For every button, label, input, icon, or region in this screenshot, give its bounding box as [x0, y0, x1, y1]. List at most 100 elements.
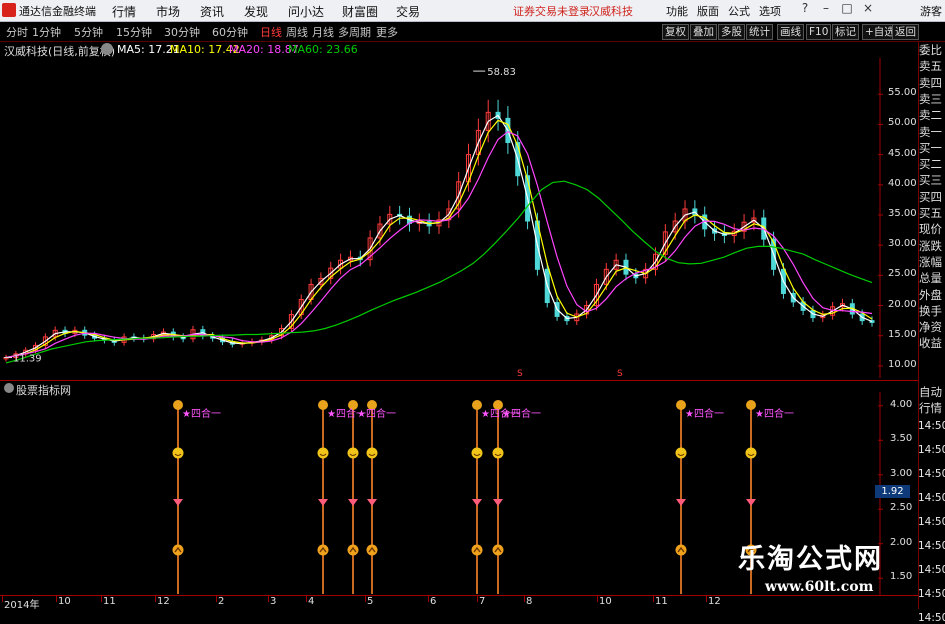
indicator-tick-label: 2.00	[890, 536, 913, 548]
date-tick-label: 10	[58, 596, 71, 607]
period-more[interactable]: 更多	[376, 24, 398, 40]
quote-field-label: 现价	[919, 222, 942, 237]
ma10-line	[5, 119, 873, 359]
minimize-icon[interactable]: –	[818, 1, 834, 17]
indicator-tick-label: 3.50	[890, 433, 913, 445]
quote-field-label: 卖五	[919, 59, 942, 74]
settings-icon[interactable]	[101, 43, 113, 55]
period-monthly[interactable]: 月线	[312, 24, 334, 40]
menu-function[interactable]: 功能	[666, 3, 688, 19]
maximize-icon[interactable]: □	[839, 1, 855, 17]
period-intraday[interactable]: 分时	[6, 24, 28, 40]
heart-icon	[676, 499, 686, 506]
menu-formula[interactable]: 公式	[728, 3, 750, 19]
ma5-line	[5, 114, 873, 359]
ma60-label: MA60: 23.66	[288, 43, 358, 56]
date-tick-mark	[653, 596, 654, 602]
y-tick-label: 10.00	[888, 358, 917, 370]
date-tick-label: 3	[270, 596, 277, 607]
date-tick-label: 4	[308, 596, 315, 607]
quote-field-label: 外盘	[919, 287, 942, 302]
stock-name-link[interactable]: 汉威科技	[589, 3, 633, 19]
quote-field-label: 买五	[919, 206, 942, 220]
menu-item-news[interactable]: 资讯	[200, 3, 224, 20]
y-tick-label: 40.00	[888, 177, 917, 189]
date-tick-label: 7	[479, 596, 486, 607]
back-button[interactable]: 返回	[892, 24, 919, 40]
date-tick-label: 12	[157, 596, 170, 607]
quote-field-label: 买四	[919, 189, 942, 204]
arrow-up-icon	[492, 544, 504, 556]
heart-icon	[472, 499, 482, 506]
date-axis-line	[0, 595, 918, 596]
candlestick-chart[interactable]: 58.83 11.39 S S	[0, 58, 918, 378]
smile-icon	[675, 447, 687, 459]
f10-button[interactable]: F10	[806, 24, 832, 40]
signal-label: ★四合一	[685, 407, 724, 420]
y-tick-label: 25.00	[888, 268, 917, 280]
panel-divider	[0, 380, 918, 381]
top-menu-bar: 通达信金融终端 行情 市场 资讯 发现 问小达 财富圈 交易 证券交易未登录 汉…	[0, 0, 945, 22]
period-60min[interactable]: 60分钟	[212, 24, 248, 40]
mark-button[interactable]: 标记	[832, 24, 859, 40]
period-5min[interactable]: 5分钟	[74, 24, 103, 40]
time-label: 14:50	[918, 612, 945, 624]
watermark-title: 乐淘公式网	[738, 544, 883, 575]
menu-item-trade[interactable]: 交易	[396, 3, 420, 20]
heart-icon	[746, 499, 756, 506]
multi-stock-button[interactable]: 多股	[718, 24, 745, 40]
period-multi[interactable]: 多周期	[338, 24, 371, 40]
date-tick-mark	[597, 596, 598, 602]
login-warning[interactable]: 证券交易未登录	[513, 3, 590, 19]
time-label: 14:50	[918, 516, 945, 528]
arrow-up-icon	[366, 544, 378, 556]
stock-title: 汉威科技(日线,前复权)	[4, 45, 116, 58]
arrow-up-icon	[347, 544, 359, 556]
help-icon[interactable]: ?	[797, 1, 813, 17]
smile-icon	[471, 447, 483, 459]
menu-item-quotes[interactable]: 行情	[112, 3, 136, 20]
indicator-tick-label: 1.50	[890, 571, 913, 583]
time-label: 14:50	[918, 492, 945, 504]
smile-icon	[745, 447, 757, 459]
date-tick-mark	[524, 596, 525, 602]
date-tick-label: 8	[526, 596, 533, 607]
quote-field-label: 卖一	[919, 124, 942, 139]
period-daily[interactable]: 日线	[260, 24, 282, 40]
heart-icon	[493, 499, 503, 506]
stats-button[interactable]: 统计	[746, 24, 773, 40]
menu-item-discover[interactable]: 发现	[244, 3, 268, 20]
menu-layout[interactable]: 版面	[697, 3, 719, 19]
signal-label: ★四合一	[502, 407, 541, 420]
menu-options[interactable]: 选项	[759, 3, 781, 19]
signal-label: ★四合一	[755, 407, 794, 420]
menu-item-wealth[interactable]: 财富圈	[342, 3, 378, 20]
time-label: 14:50	[918, 564, 945, 576]
period-1min[interactable]: 1分钟	[32, 24, 61, 40]
period-weekly[interactable]: 周线	[286, 24, 308, 40]
time-label: 14:50	[918, 468, 945, 480]
guest-label[interactable]: 游客	[920, 3, 942, 19]
date-tick-mark	[365, 596, 366, 602]
draw-button[interactable]: 画线	[777, 24, 804, 40]
high-label: 58.83	[487, 67, 516, 78]
adjust-button[interactable]: 复权	[662, 24, 689, 40]
auto-market-label: 行情	[919, 401, 942, 415]
quote-field-label: 买一	[919, 140, 942, 155]
menu-item-ask[interactable]: 问小达	[288, 3, 324, 20]
overlay-button[interactable]: 叠加	[690, 24, 717, 40]
date-tick-mark	[56, 596, 57, 602]
period-30min[interactable]: 30分钟	[164, 24, 200, 40]
smile-icon	[492, 447, 504, 459]
y-tick-label: 35.00	[888, 207, 917, 219]
arrow-up-icon	[172, 544, 184, 556]
low-label: 11.39	[13, 354, 42, 365]
quote-field-label: 委比	[919, 43, 942, 57]
period-15min[interactable]: 15分钟	[116, 24, 152, 40]
quote-field-label: 卖三	[919, 91, 942, 106]
watermark-url: www.60lt.com	[765, 579, 874, 595]
close-icon[interactable]: ×	[860, 1, 876, 17]
period-bar: 分时 1分钟 5分钟 15分钟 30分钟 60分钟 日线 周线 月线 多周期 更…	[0, 22, 945, 42]
menu-item-market[interactable]: 市场	[156, 3, 180, 20]
smile-icon	[347, 447, 359, 459]
